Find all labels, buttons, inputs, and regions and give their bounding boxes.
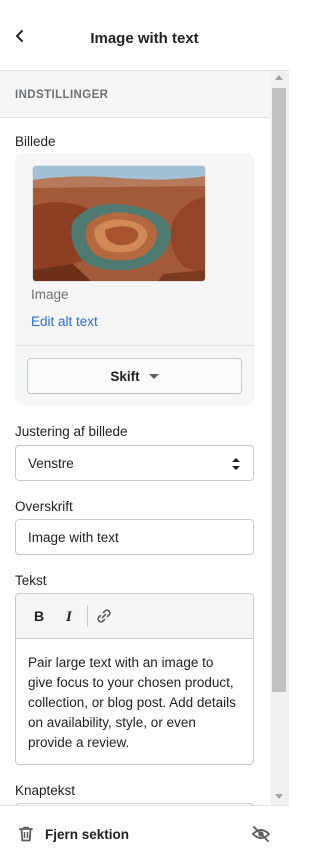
image-picker-card: Image Edit alt text Skift: [15, 153, 254, 405]
heading-input[interactable]: Image with text: [15, 519, 254, 555]
remove-section-label: Fjern sektion: [45, 826, 130, 842]
trash-icon: [19, 826, 33, 842]
toolbar-separator: [87, 605, 88, 627]
page-title: Image with text: [90, 30, 199, 47]
remove-section-button[interactable]: Fjern sektion: [18, 823, 129, 845]
svg-text:I: I: [65, 609, 73, 623]
alignment-label: Justering af billede: [15, 424, 128, 439]
link-button[interactable]: [92, 604, 116, 628]
rich-text-toolbar: B I: [16, 594, 253, 639]
canyon-image: [33, 166, 205, 281]
heading-field-label: Overskrift: [15, 499, 73, 514]
text-field-label: Tekst: [15, 573, 47, 588]
scrollbar-thumb[interactable]: [272, 88, 286, 692]
italic-button[interactable]: I: [57, 604, 81, 628]
panel-header: Image with text: [0, 0, 289, 71]
image-label: Billede: [15, 134, 56, 149]
change-image-button[interactable]: Skift: [27, 358, 242, 394]
change-image-button-label: Skift: [110, 368, 140, 384]
alignment-select[interactable]: Venstre: [15, 445, 254, 481]
image-thumbnail[interactable]: [32, 165, 206, 282]
settings-scroll-area[interactable]: INDSTILLINGER Billede Image Edit alt tex…: [0, 71, 289, 805]
rich-text-editor: B I Pair large text with an image to giv…: [15, 593, 254, 765]
bold-button[interactable]: B: [27, 604, 51, 628]
eye-slash-icon: [251, 826, 271, 842]
panel-footer: Fjern sektion: [0, 805, 289, 860]
hide-section-button[interactable]: [249, 822, 273, 846]
divider: [15, 345, 254, 346]
back-button[interactable]: [6, 22, 34, 50]
section-settings-panel: Image with text INDSTILLINGER Billede Im…: [0, 0, 289, 860]
image-caption: Image: [31, 287, 69, 302]
rich-text-content[interactable]: Pair large text with an image to give fo…: [16, 640, 253, 753]
italic-icon: I: [65, 609, 73, 623]
scroll-up-arrow-icon[interactable]: [275, 75, 283, 80]
section-heading-label: INDSTILLINGER: [15, 89, 109, 101]
heading-input-value: Image with text: [28, 530, 119, 545]
caret-down-icon: [148, 373, 159, 379]
section-heading: INDSTILLINGER: [0, 71, 270, 118]
edit-alt-text-link[interactable]: Edit alt text: [31, 314, 98, 329]
svg-text:B: B: [34, 609, 44, 623]
chevron-left-icon: [16, 30, 23, 42]
link-icon: [97, 609, 111, 623]
button-text-label: Knaptekst: [15, 783, 76, 798]
select-arrows-icon: [232, 458, 240, 470]
alignment-selected-value: Venstre: [28, 456, 74, 471]
bold-icon: B: [34, 609, 44, 623]
scroll-down-arrow-icon[interactable]: [275, 794, 283, 799]
